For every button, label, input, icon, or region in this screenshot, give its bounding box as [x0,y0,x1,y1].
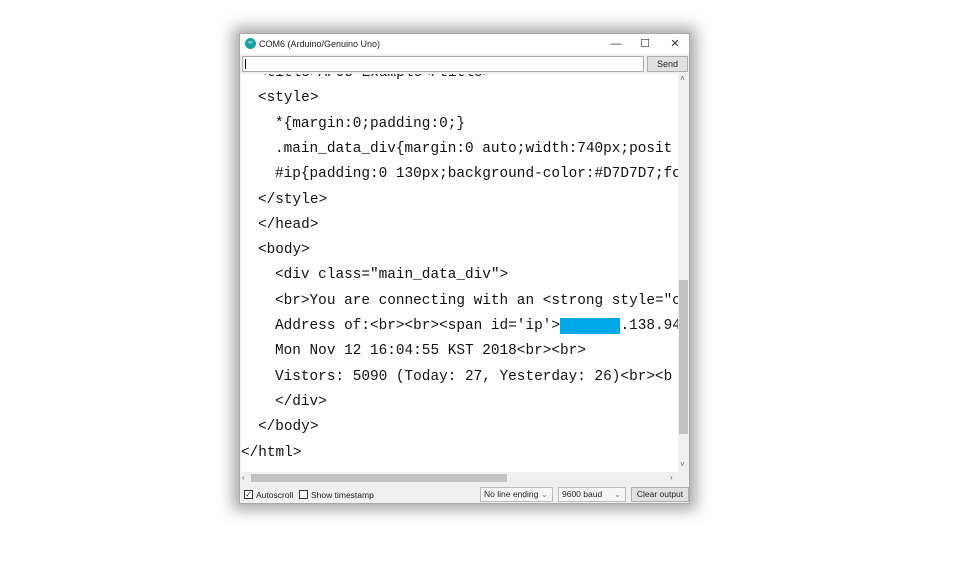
chevron-down-icon: ⌄ [613,489,621,499]
autoscroll-label: Autoscroll [256,490,294,500]
scroll-down-icon[interactable]: ˅ [680,460,685,469]
send-button[interactable]: Send [647,56,688,72]
line-ending-select[interactable]: No line ending ⌄ [480,487,553,502]
baud-value: 9600 baud [562,489,603,499]
output-line: <body> [258,241,310,259]
title-bar: ∞ COM6 (Arduino/Genuino Uno) — ☐ ✕ [240,34,689,54]
output-line: Vistors: 5090 (Today: 27, Yesterday: 26)… [275,368,672,386]
line-text: <style> [258,90,319,107]
footer-bar: ✓ Autoscroll Show timestamp No line endi… [240,485,689,504]
output-line: .main_data_div{margin:0 auto;width:740px… [275,140,672,158]
vertical-scrollbar[interactable]: ˄ ˅ [678,74,689,472]
serial-monitor-window: ∞ COM6 (Arduino/Genuino Uno) — ☐ ✕ Send … [239,33,690,504]
line-text: </body> [258,419,319,436]
line-text-after: .138.94 [620,318,678,334]
send-input[interactable] [242,56,644,72]
line-text: </head> [258,216,319,233]
chevron-down-icon: ⌄ [540,489,548,499]
show-timestamp-checkbox[interactable] [299,490,308,499]
redacted-ip-mask: XXX.XXX [559,318,621,334]
output-line: *{margin:0;padding:0;} [275,115,465,133]
line-text: Address of:<br><br><span id='ip'> [275,318,560,334]
output-line: </body> [258,418,318,436]
line-text: *{margin:0;padding:0;} [275,115,465,132]
clear-output-button[interactable]: Clear output [631,487,689,502]
close-button[interactable]: ✕ [661,36,689,52]
output-line: #ip{padding:0 130px;background-color:#D7… [275,165,678,183]
output-line: <style> [258,89,318,107]
autoscroll-checkbox[interactable]: ✓ [244,490,253,499]
horizontal-scrollbar[interactable]: ‹ › [241,472,678,484]
scroll-up-icon[interactable]: ˄ [680,74,685,83]
window-title: COM6 (Arduino/Genuino Uno) [259,39,381,49]
line-ending-value: No line ending [484,489,539,499]
output-line: </head> [258,216,318,234]
line-text: </div> [275,393,327,410]
line-text: <div class="main_data_div"> [275,267,509,284]
output-line: Address of:<br><br><span id='ip'>XXX.XXX… [275,317,678,335]
scroll-right-icon[interactable]: › [670,473,673,482]
arduino-logo-icon: ∞ [245,38,256,49]
serial-output: <title>AP05 Example</title> <style> *{marg… [241,74,678,472]
show-timestamp-label: Show timestamp [311,490,374,500]
line-text: <title>AP05 Example</title> [258,74,491,81]
line-text: </style> [258,191,328,208]
output-line: <div class="main_data_div"> [275,266,508,284]
output-line: </style> [258,191,327,209]
output-line: <br>You are connecting with an <strong s… [275,292,678,310]
line-text: <br>You are connecting with an <strong s… [275,292,678,309]
line-text: .main_data_div{margin:0 auto;width:740px… [275,140,673,157]
maximize-button[interactable]: ☐ [631,36,659,52]
line-text: <body> [258,242,310,259]
vertical-scroll-thumb[interactable] [679,280,688,434]
output-line: <title>AP05 Example</title> [258,74,491,82]
horizontal-scroll-thumb[interactable] [251,474,507,482]
output-line: </div> [275,393,327,411]
minimize-button[interactable]: — [602,36,630,52]
line-text: Vistors: 5090 (Today: 27, Yesterday: 26)… [275,368,673,385]
baud-select[interactable]: 9600 baud ⌄ [558,487,626,502]
line-text: Mon Nov 12 16:04:55 KST 2018<br><br> [275,343,586,360]
text-caret [245,59,246,69]
output-line: </html> [241,444,301,462]
line-text: </html> [241,444,302,461]
output-line: Mon Nov 12 16:04:55 KST 2018<br><br> [275,342,586,360]
line-text: #ip{padding:0 130px;background-color:#D7… [275,166,678,183]
scroll-left-icon[interactable]: ‹ [242,473,245,482]
